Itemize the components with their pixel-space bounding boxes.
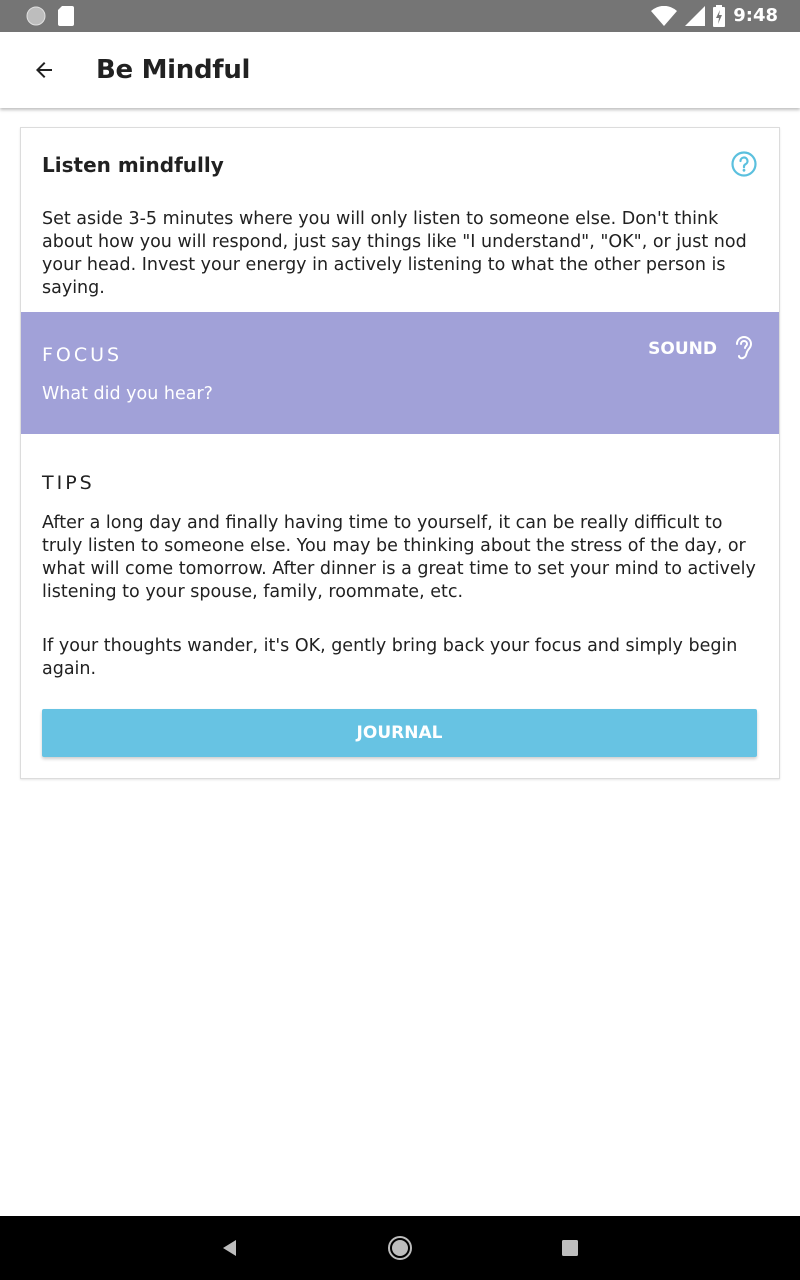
status-bar-right: 9:48 xyxy=(651,4,778,28)
sd-card-icon xyxy=(58,6,74,26)
help-circle-icon[interactable] xyxy=(730,150,758,178)
app-bar: Be Mindful xyxy=(0,32,800,108)
card-description: Set aside 3-5 minutes where you will onl… xyxy=(42,209,747,298)
cell-signal-icon xyxy=(685,6,706,26)
nav-recents-icon xyxy=(562,1240,578,1256)
card-title: Listen mindfully xyxy=(42,153,224,177)
status-bar: 9:48 xyxy=(0,0,800,32)
exercise-card: Listen mindfully Set aside 3-5 minutes w… xyxy=(20,127,780,779)
notification-dot-icon xyxy=(26,6,46,26)
battery-charging-icon xyxy=(713,5,726,27)
journal-button[interactable]: JOURNAL xyxy=(42,709,757,757)
nav-recents-button[interactable] xyxy=(530,1216,610,1280)
system-nav-bar xyxy=(0,1216,800,1280)
status-bar-left xyxy=(26,6,74,26)
focus-panel: FOCUS What did you hear? SOUND xyxy=(21,312,779,434)
ear-icon xyxy=(736,336,753,360)
focus-label: FOCUS xyxy=(42,344,123,366)
nav-back-icon xyxy=(223,1240,236,1256)
focus-question: What did you hear? xyxy=(42,384,213,404)
arrow-back-icon xyxy=(36,62,52,78)
nav-home-icon xyxy=(388,1236,412,1260)
tips-paragraph: After a long day and finally having time… xyxy=(42,513,756,602)
nav-home-button[interactable] xyxy=(360,1216,440,1280)
status-time: 9:48 xyxy=(733,5,778,26)
nav-back-button[interactable] xyxy=(190,1216,270,1280)
back-button[interactable] xyxy=(16,42,72,98)
sound-label: SOUND xyxy=(648,339,717,359)
tips-paragraph: If your thoughts wander, it's OK, gently… xyxy=(42,636,738,679)
tips-heading: TIPS xyxy=(42,472,95,494)
wifi-icon xyxy=(651,6,678,26)
page-title: Be Mindful xyxy=(96,55,251,85)
sound-sense-button[interactable]: SOUND xyxy=(648,334,755,364)
card-header: Listen mindfully xyxy=(42,150,758,184)
